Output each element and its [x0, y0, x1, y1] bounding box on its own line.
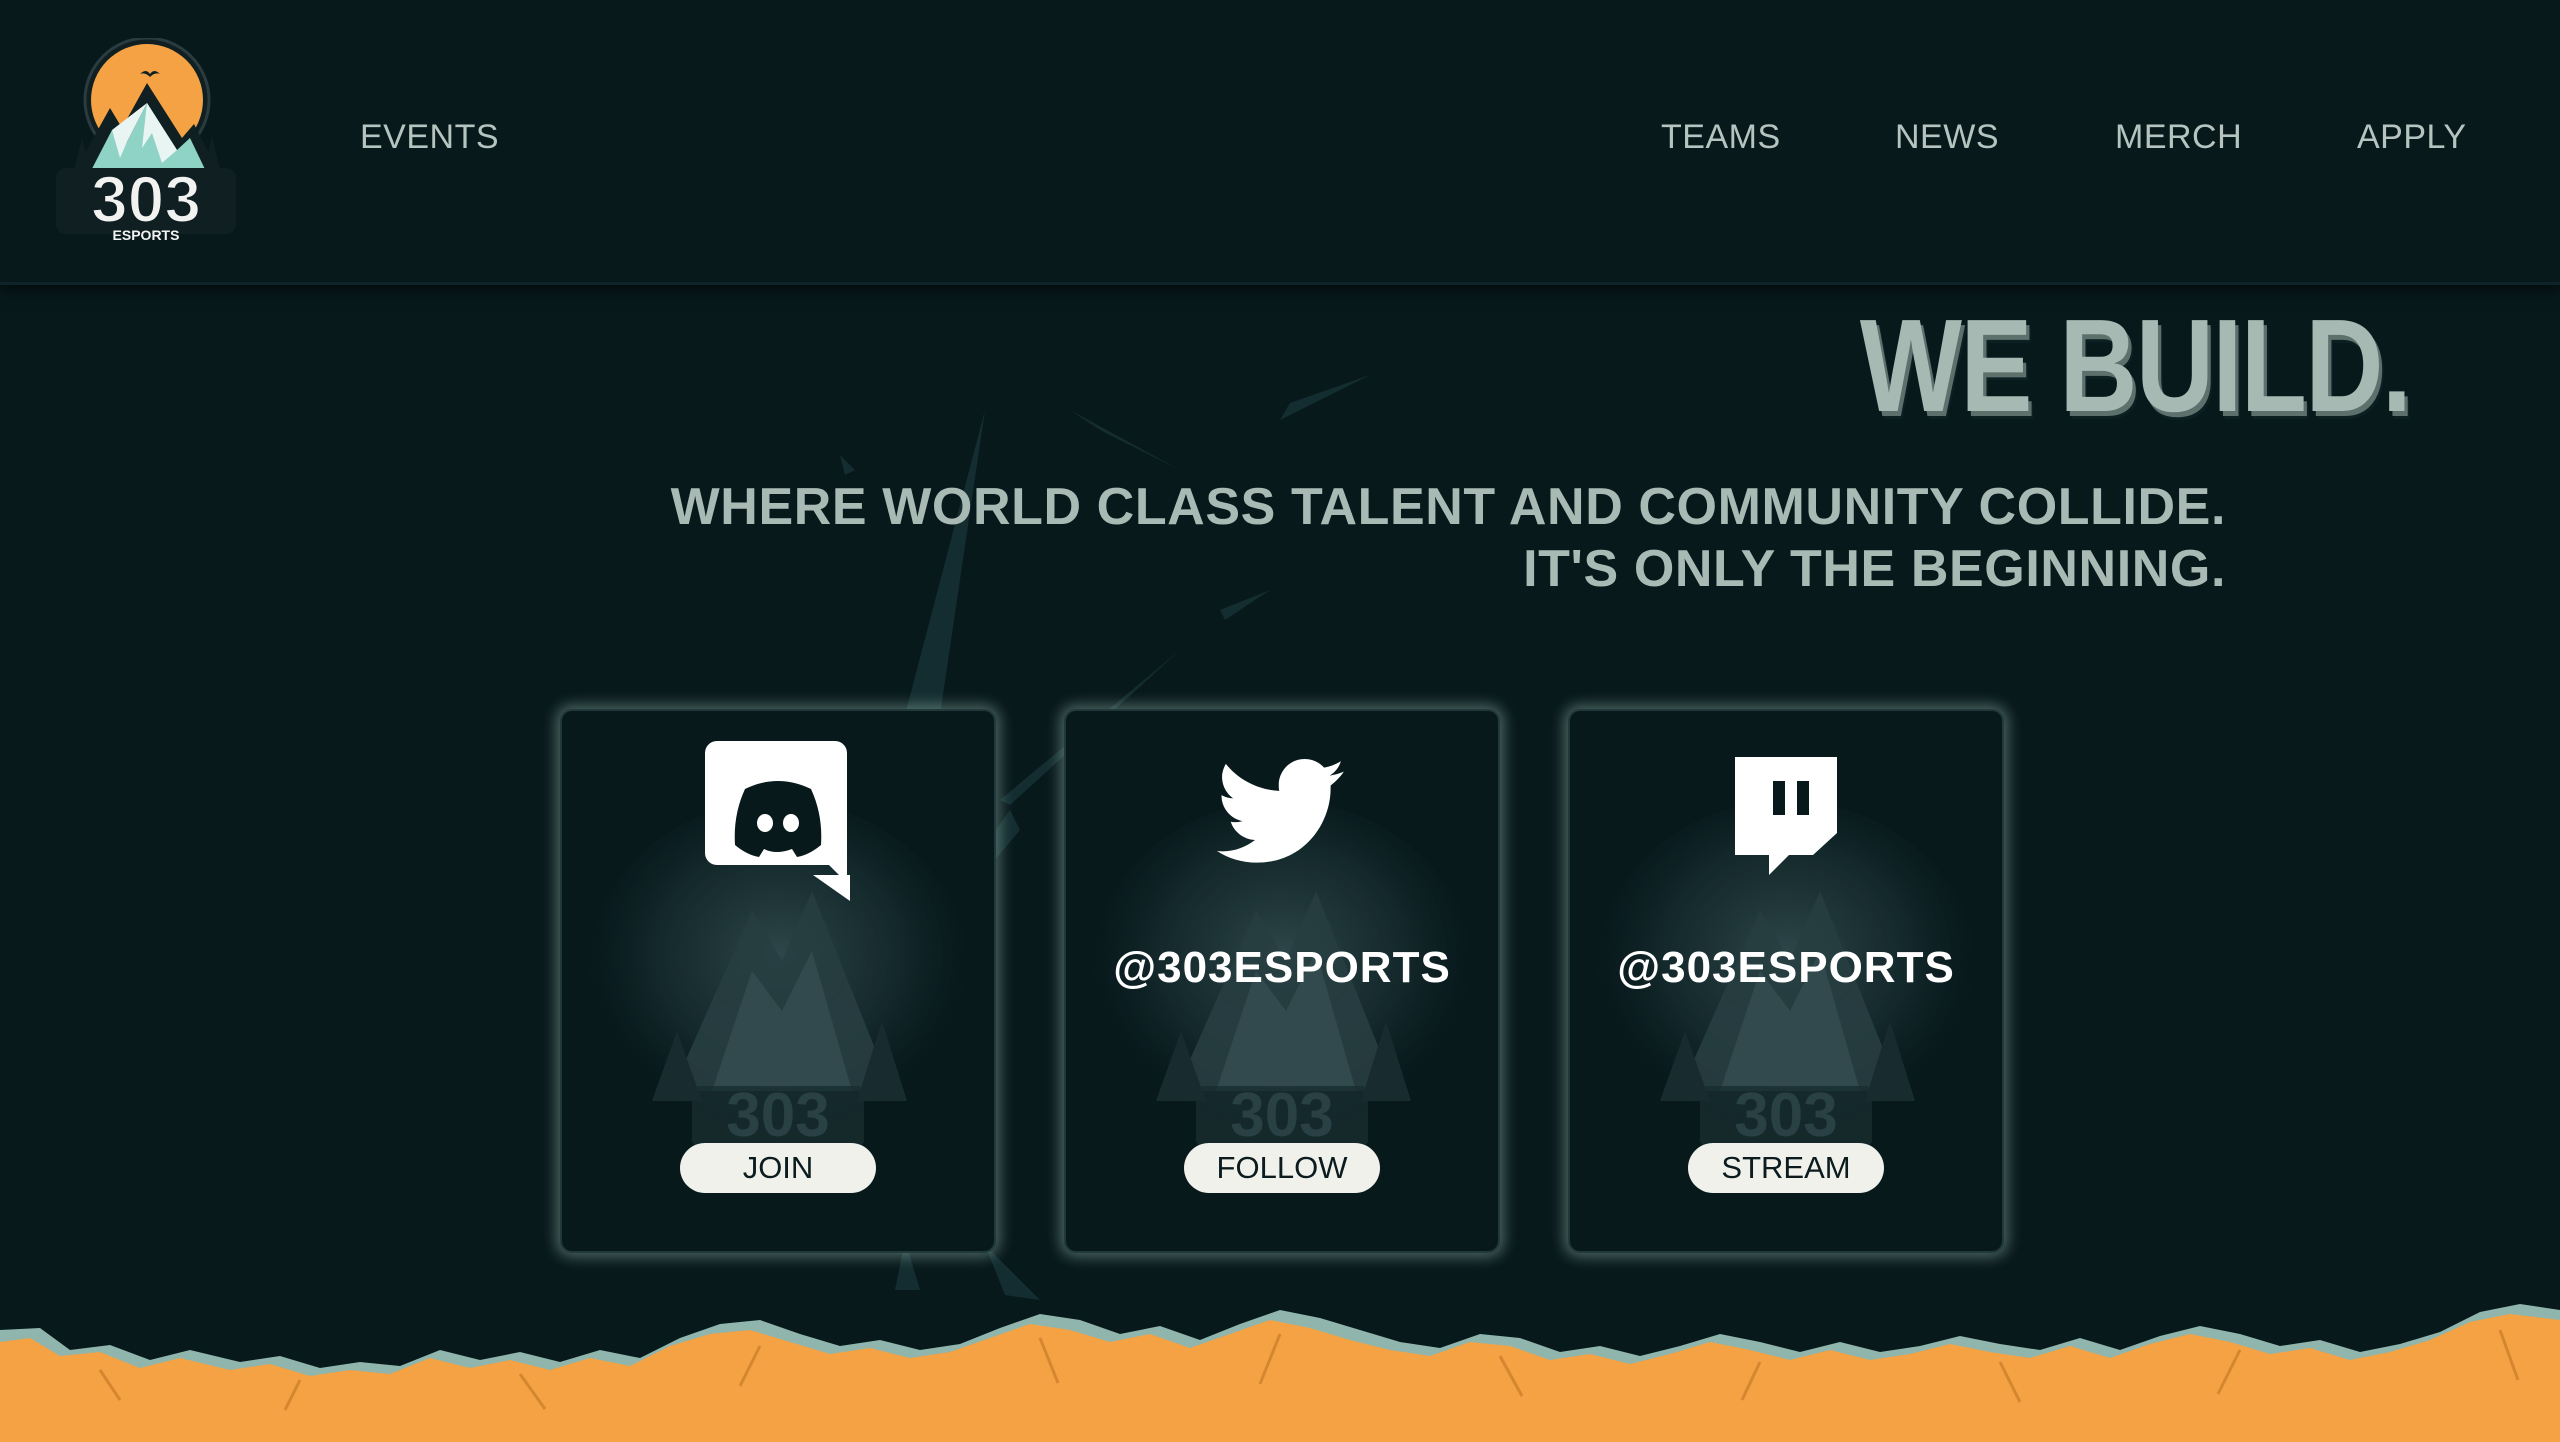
- discord-card: JOIN: [560, 709, 996, 1253]
- stream-button[interactable]: STREAM: [1688, 1143, 1884, 1193]
- twitter-handle: @303ESPORTS: [1113, 943, 1451, 992]
- logo-number: 303: [91, 162, 201, 236]
- nav-apply[interactable]: APPLY: [2357, 118, 2467, 157]
- site-logo[interactable]: 303 ESPORTS: [52, 36, 238, 246]
- hero-subtitle: WHERE WORLD CLASS TALENT AND COMMUNITY C…: [326, 476, 2226, 600]
- nav-merch[interactable]: MERCH: [2115, 118, 2242, 157]
- hero-title: WE BUILD.: [1859, 292, 2412, 439]
- hero-subtitle-line1: WHERE WORLD CLASS TALENT AND COMMUNITY C…: [670, 478, 2226, 536]
- mountain-range-footer: [0, 1304, 2560, 1442]
- twitter-icon[interactable]: [1216, 759, 1347, 872]
- hero-subtitle-line2: IT'S ONLY THE BEGINNING.: [1523, 540, 2226, 598]
- twitter-card: @303ESPORTS FOLLOW: [1064, 709, 1500, 1253]
- nav-teams[interactable]: TEAMS: [1661, 118, 1781, 157]
- nav-events[interactable]: EVENTS: [360, 118, 499, 157]
- logo-sub: ESPORTS: [113, 227, 180, 243]
- site-header: 303 ESPORTS EVENTS TEAMS NEWS MERCH APPL…: [0, 0, 2560, 285]
- join-button[interactable]: JOIN: [680, 1143, 876, 1193]
- follow-button[interactable]: FOLLOW: [1184, 1143, 1380, 1193]
- discord-icon[interactable]: [705, 741, 851, 906]
- twitch-icon[interactable]: [1735, 757, 1837, 880]
- nav-news[interactable]: NEWS: [1895, 118, 1999, 157]
- twitch-card: @303ESPORTS STREAM: [1568, 709, 2004, 1253]
- twitch-handle: @303ESPORTS: [1617, 943, 1955, 992]
- logo-emblem: 303 ESPORTS: [56, 36, 236, 243]
